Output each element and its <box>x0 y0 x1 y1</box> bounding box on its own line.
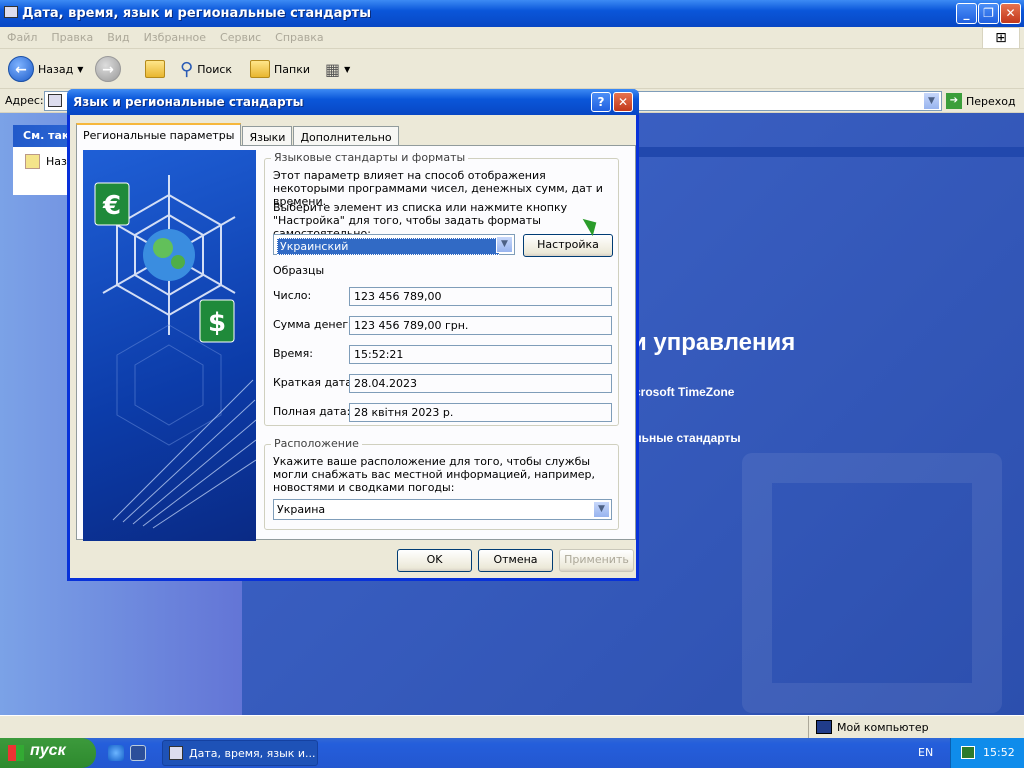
dialog-titlebar: Язык и региональные стандарты ? ✕ <box>67 89 639 115</box>
main-titlebar: Дата, время, язык и региональные стандар… <box>0 0 1024 27</box>
close-button[interactable]: ✕ <box>1000 3 1021 24</box>
taskbar: пуск Дата, время, язык и... EN 15:52 <box>0 738 1024 768</box>
forward-arrow-icon: → <box>95 56 121 82</box>
timezone-link[interactable]: crosoft TimeZone <box>634 385 734 399</box>
sample-label-currency: Сумма денег: <box>273 318 352 331</box>
category-watermark-icon <box>742 453 1002 713</box>
sample-value-currency: 123 456 789,00 грн. <box>349 316 612 335</box>
dialog-close-button[interactable]: ✕ <box>613 92 633 112</box>
maximize-button[interactable]: ❐ <box>978 3 999 24</box>
menu-tools[interactable]: Сервис <box>213 27 268 48</box>
back-dropdown-icon[interactable]: ▼ <box>77 65 83 74</box>
status-zone: Мой компьютер <box>808 716 937 739</box>
toolbar: ← Назад ▼ → ⚲ Поиск Папки ▦ ▼ <box>0 49 1024 89</box>
locale-select[interactable]: Украинский ▼ <box>273 234 515 255</box>
chevron-down-icon[interactable]: ▼ <box>496 236 513 253</box>
cancel-button[interactable]: Отмена <box>478 549 553 572</box>
ok-button[interactable]: OK <box>397 549 472 572</box>
tab-regional-options[interactable]: Региональные параметры <box>76 123 242 146</box>
folder-up-icon <box>145 60 165 78</box>
tab-advanced[interactable]: Дополнительно <box>293 126 399 146</box>
see-also-item-label: Наз <box>46 155 67 168</box>
go-button[interactable]: ➔ Переход <box>946 93 1016 109</box>
sample-label-number: Число: <box>273 289 312 302</box>
address-dropdown-button[interactable]: ▼ <box>923 92 940 110</box>
samples-label: Образцы <box>273 264 325 277</box>
control-panel-small-icon <box>48 94 62 107</box>
sample-label-short-date: Краткая дата: <box>273 376 356 389</box>
menu-edit[interactable]: Правка <box>44 27 100 48</box>
go-label: Переход <box>966 94 1016 108</box>
taskbar-window-label: Дата, время, язык и... <box>189 747 316 760</box>
location-select[interactable]: Украина ▼ <box>273 499 612 520</box>
forward-button[interactable]: → <box>95 55 121 83</box>
status-bar: Мой компьютер <box>0 715 1024 739</box>
location-select-value: Украина <box>277 503 326 516</box>
language-indicator[interactable]: EN <box>918 746 933 759</box>
regional-illustration: € $ <box>83 150 256 541</box>
dialog-tabs: Региональные параметры Языки Дополнитель… <box>76 123 400 146</box>
start-button[interactable]: пуск <box>0 738 96 768</box>
location-group: Расположение Укажите ваше расположение д… <box>264 437 619 530</box>
internet-explorer-icon[interactable] <box>108 745 124 761</box>
locale-select-value: Украинский <box>277 238 499 255</box>
sample-label-long-date: Полная дата: <box>273 405 351 418</box>
menu-file[interactable]: Файл <box>0 27 44 48</box>
folders-label: Папки <box>274 62 310 76</box>
tab-panel: € $ Языковые стандарты и форматы Этот па… <box>76 145 636 541</box>
taskbar-window-button[interactable]: Дата, время, язык и... <box>162 740 318 766</box>
start-label: пуск <box>30 742 66 759</box>
menu-help[interactable]: Справка <box>268 27 330 48</box>
sample-value-number: 123 456 789,00 <box>349 287 612 306</box>
control-panel-icon <box>4 6 18 18</box>
sample-label-time: Время: <box>273 347 313 360</box>
location-group-label: Расположение <box>271 437 362 450</box>
svg-text:€: € <box>102 191 121 221</box>
up-button[interactable] <box>145 55 165 83</box>
standards-group-label: Языковые стандарты и форматы <box>271 151 469 164</box>
minimize-button[interactable]: _ <box>956 3 977 24</box>
back-label: Назад <box>38 62 74 76</box>
views-icon: ▦ <box>325 59 341 79</box>
search-label: Поиск <box>197 62 233 76</box>
regional-link[interactable]: льные стандарты <box>634 431 741 445</box>
customize-button[interactable]: Настройка <box>523 234 613 257</box>
control-panel-task-icon <box>169 746 183 760</box>
location-description: Укажите ваше расположение для того, чтоб… <box>273 455 595 494</box>
views-dropdown-icon: ▼ <box>344 64 351 74</box>
globe-web-art: € $ <box>94 175 256 529</box>
sample-value-time: 15:52:21 <box>349 345 612 364</box>
clock[interactable]: 15:52 <box>983 746 1015 759</box>
windows-flag-icon <box>8 745 24 761</box>
category-heading: и управления <box>632 329 796 356</box>
tab-languages[interactable]: Языки <box>242 126 293 146</box>
show-desktop-icon[interactable] <box>130 745 146 761</box>
dialog-title: Язык и региональные стандарты <box>73 95 304 109</box>
system-tray: 15:52 <box>950 738 1024 768</box>
chevron-down-icon[interactable]: ▼ <box>593 501 610 518</box>
search-icon: ⚲ <box>180 58 194 80</box>
sample-value-short-date: 28.04.2023 <box>349 374 612 393</box>
svg-text:$: $ <box>208 308 226 338</box>
address-label: Адрес: <box>5 94 44 107</box>
help-icon <box>25 154 40 169</box>
window-title: Дата, время, язык и региональные стандар… <box>22 6 371 21</box>
back-button[interactable]: ← Назад ▼ <box>8 55 83 83</box>
standards-formats-group: Языковые стандарты и форматы Этот параме… <box>264 151 619 426</box>
folders-icon <box>250 60 270 78</box>
menu-favorites[interactable]: Избранное <box>137 27 213 48</box>
menu-bar: Файл Правка Вид Избранное Сервис Справка ⊞ <box>0 27 1024 49</box>
folders-button[interactable]: Папки <box>250 55 310 83</box>
windows-logo-icon: ⊞ <box>982 27 1020 49</box>
back-arrow-icon: ← <box>8 56 34 82</box>
sample-value-long-date: 28 квітня 2023 р. <box>349 403 612 422</box>
menu-view[interactable]: Вид <box>100 27 136 48</box>
network-icon[interactable] <box>961 746 975 759</box>
search-button[interactable]: ⚲ Поиск <box>180 55 232 83</box>
help-button[interactable]: ? <box>591 92 611 112</box>
regional-options-dialog: Язык и региональные стандарты ? ✕ Регион… <box>67 89 639 581</box>
apply-button[interactable]: Применить <box>559 549 634 572</box>
go-arrow-icon: ➔ <box>946 93 962 109</box>
views-button[interactable]: ▦ ▼ <box>325 55 350 83</box>
